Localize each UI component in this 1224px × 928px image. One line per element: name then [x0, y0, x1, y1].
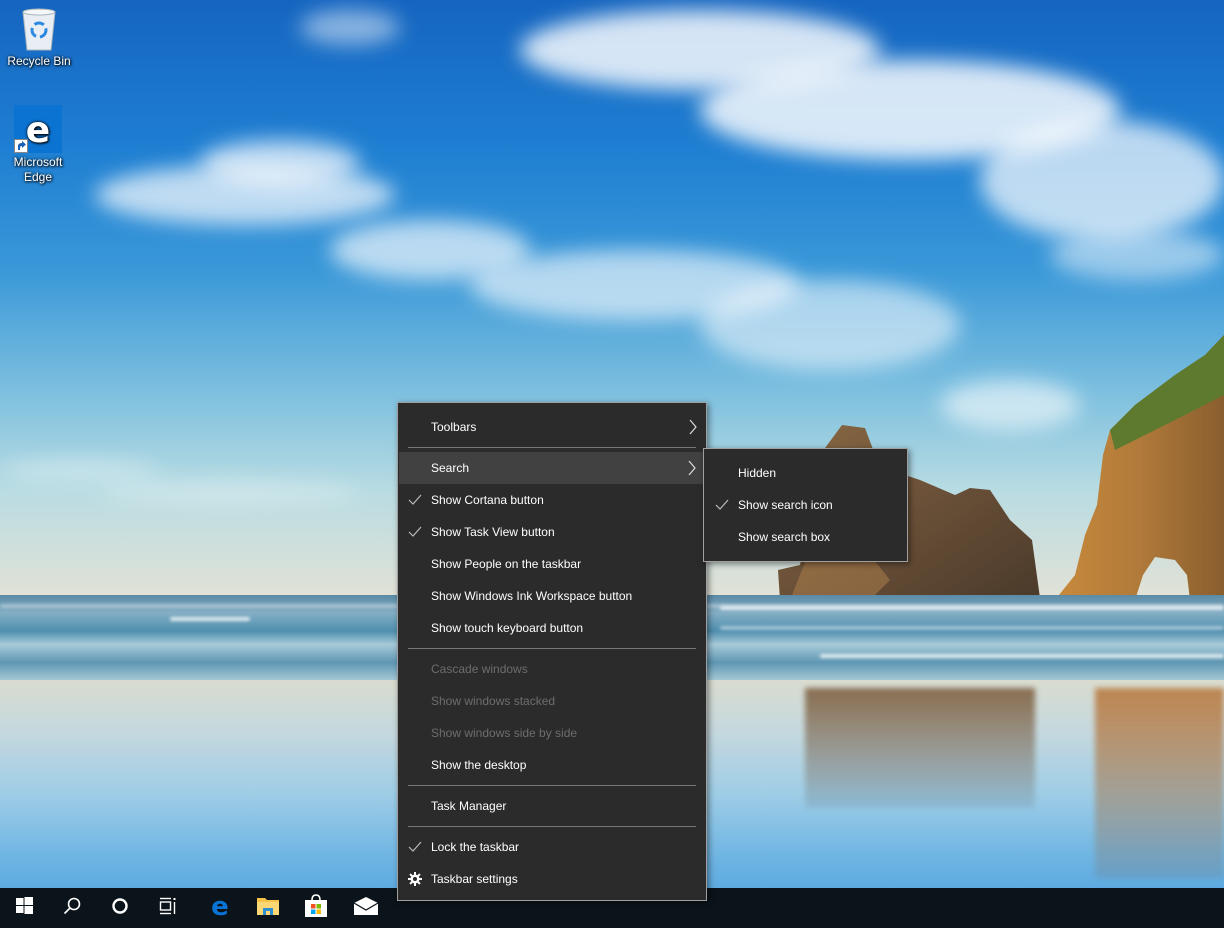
checkmark-icon [407, 484, 423, 516]
search-submenu: Hidden Show search icon Show search box [703, 448, 908, 562]
menu-separator [408, 447, 696, 448]
microsoft-edge-label-line1: Microsoft [13, 155, 63, 169]
menu-item-show-task-view-button[interactable]: Show Task View button [398, 516, 706, 548]
wallpaper-cloud [0, 460, 160, 480]
menu-item-label: Taskbar settings [431, 872, 518, 886]
submenu-item-show-search-box[interactable]: Show search box [704, 521, 907, 553]
store-bag-icon [304, 893, 328, 923]
menu-item-show-touch-keyboard[interactable]: Show touch keyboard button [398, 612, 706, 644]
wallpaper-wave [820, 654, 1224, 658]
wallpaper-wave [170, 617, 250, 621]
taskbar-context-menu: Toolbars Search Show Cortana button Show… [397, 402, 707, 901]
taskbar-mail-button[interactable] [342, 888, 390, 928]
menu-item-show-people[interactable]: Show People on the taskbar [398, 548, 706, 580]
menu-item-label: Show the desktop [431, 758, 527, 772]
wallpaper-cloud [1050, 230, 1224, 280]
menu-item-label: Search [431, 461, 470, 475]
menu-item-label: Lock the taskbar [431, 840, 520, 854]
task-view-button[interactable] [144, 888, 192, 928]
svg-text:e: e [211, 894, 229, 918]
menu-item-show-windows-ink[interactable]: Show Windows Ink Workspace button [398, 580, 706, 612]
menu-separator [408, 648, 696, 649]
menu-item-label: Cascade windows [431, 662, 528, 676]
mail-envelope-icon [353, 896, 379, 921]
menu-item-cascade-windows: Cascade windows [398, 653, 706, 685]
menu-item-task-manager[interactable]: Task Manager [398, 790, 706, 822]
menu-item-show-the-desktop[interactable]: Show the desktop [398, 749, 706, 781]
submenu-item-show-search-icon[interactable]: Show search icon [704, 489, 907, 521]
windows-logo-icon [15, 897, 33, 919]
wallpaper-cloud [700, 280, 960, 370]
edge-icon: e [14, 105, 62, 153]
wallpaper-cloud [100, 480, 360, 505]
menu-item-show-cortana-button[interactable]: Show Cortana button [398, 484, 706, 516]
menu-item-label: Show Cortana button [431, 493, 544, 507]
wallpaper-rock-arch [1055, 335, 1224, 600]
wallpaper-reflection [805, 688, 1035, 808]
menu-item-search[interactable]: Search [399, 452, 705, 484]
menu-item-label: Show search box [738, 530, 831, 544]
taskbar-edge-button[interactable]: e [196, 888, 244, 928]
recycle-bin-icon [20, 8, 58, 52]
chevron-right-icon [687, 452, 697, 484]
taskbar-store-button[interactable] [292, 888, 340, 928]
menu-item-taskbar-settings[interactable]: Taskbar settings [398, 863, 706, 895]
menu-item-label: Task Manager [431, 799, 507, 813]
chevron-right-icon [688, 411, 698, 443]
menu-item-label: Show People on the taskbar [431, 557, 582, 571]
task-view-icon [159, 897, 177, 920]
wallpaper-reflection [1095, 688, 1224, 878]
menu-item-label: Show windows stacked [431, 694, 556, 708]
recycle-bin-label: Recycle Bin [7, 54, 71, 68]
menu-item-toolbars[interactable]: Toolbars [398, 411, 706, 443]
folder-icon [256, 896, 280, 921]
cortana-button[interactable] [96, 888, 144, 928]
checkmark-icon [407, 831, 423, 863]
menu-item-label: Show Task View button [431, 525, 555, 539]
start-button[interactable] [0, 888, 48, 928]
edge-icon: e [208, 892, 232, 923]
desktop-icon-recycle-bin[interactable]: Recycle Bin [1, 8, 77, 69]
menu-item-label: Toolbars [431, 420, 477, 434]
menu-separator [408, 785, 696, 786]
submenu-item-hidden[interactable]: Hidden [704, 457, 907, 489]
menu-item-label: Show Windows Ink Workspace button [431, 589, 633, 603]
taskbar-file-explorer-button[interactable] [244, 888, 292, 928]
menu-item-label: Hidden [738, 466, 777, 480]
wallpaper-wave [720, 606, 1224, 610]
desktop-icon-microsoft-edge[interactable]: e Microsoft Edge [0, 105, 76, 185]
wallpaper-cloud [980, 120, 1224, 240]
shortcut-arrow-icon [14, 139, 28, 153]
checkmark-icon [407, 516, 423, 548]
wallpaper-cloud [300, 10, 400, 45]
wallpaper-cloud [200, 140, 360, 185]
menu-item-show-windows-stacked: Show windows stacked [398, 685, 706, 717]
cortana-circle-icon [111, 897, 129, 920]
search-button[interactable] [48, 888, 96, 928]
menu-separator [408, 826, 696, 827]
menu-item-lock-the-taskbar[interactable]: Lock the taskbar [398, 831, 706, 863]
svg-text:e: e [26, 110, 50, 151]
search-icon [63, 897, 81, 920]
menu-item-label: Show search icon [738, 498, 833, 512]
menu-item-label: Show windows side by side [431, 726, 578, 740]
microsoft-edge-label-line2: Edge [23, 170, 53, 184]
wallpaper-wave [720, 626, 1224, 630]
menu-item-label: Show touch keyboard button [431, 621, 584, 635]
gear-icon [407, 863, 423, 895]
menu-item-show-windows-side-by-side: Show windows side by side [398, 717, 706, 749]
checkmark-icon [714, 489, 730, 521]
